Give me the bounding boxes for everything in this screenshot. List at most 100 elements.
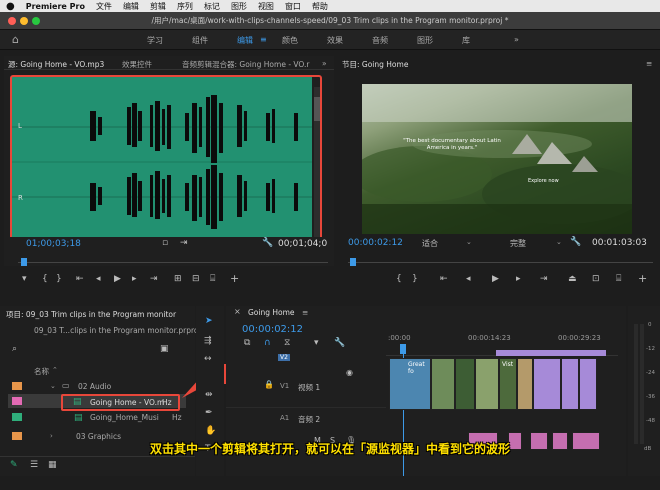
menu-edit[interactable]: 编辑 [123, 1, 139, 12]
bin-toggle-icon[interactable]: ⌄ [50, 382, 56, 390]
workspace-color[interactable]: 颜色 [282, 35, 298, 46]
timeline-clip[interactable]: Great fo [389, 358, 431, 410]
timeline-clip[interactable] [533, 358, 561, 410]
program-mark-in-icon[interactable]: { [396, 274, 402, 284]
tab-source[interactable]: 源: Going Home - VO.mp3 [8, 59, 104, 70]
apple-icon[interactable]: ● [6, 1, 15, 12]
mark-out-icon[interactable]: } [56, 274, 62, 284]
tab-sequence[interactable]: Going Home [248, 308, 295, 317]
workspace-more[interactable]: » [514, 35, 519, 44]
work-area-bar[interactable] [496, 350, 606, 356]
timeline-clip[interactable] [455, 358, 475, 410]
hand-tool-icon[interactable]: ✋ [205, 426, 216, 436]
tab-audio-clip-mixer[interactable]: 音频剪辑混合器: Going Home - VO.r [182, 59, 309, 70]
program-go-to-out-icon[interactable]: ⇥ [540, 274, 548, 284]
quality-chevron-icon[interactable]: ⌄ [556, 238, 562, 246]
menu-help[interactable]: 帮助 [312, 1, 328, 12]
fit-chevron-icon[interactable]: ⌄ [466, 238, 472, 246]
timeline-clip[interactable] [561, 358, 579, 410]
program-button-editor-icon[interactable]: + [638, 272, 647, 285]
source-time-ruler[interactable] [18, 258, 328, 266]
fit-dropdown[interactable]: 适合 [422, 238, 438, 249]
bin-audio[interactable]: 02 Audio [78, 382, 111, 391]
source-playhead-timecode[interactable]: 01;00;03;18 [26, 239, 81, 249]
timeline-clip[interactable]: Vist [499, 358, 517, 410]
column-name-header[interactable]: 名称 [34, 366, 49, 377]
program-step-back-icon[interactable]: ◂ [466, 274, 471, 284]
workspace-assembly[interactable]: 组件 [192, 35, 208, 46]
insert-icon[interactable]: ⊞ [174, 274, 182, 284]
time-ruler[interactable]: :00:00 00:00:14:23 00:00:29:23 [386, 334, 618, 356]
menu-markers[interactable]: 标记 [204, 1, 220, 12]
program-go-to-in-icon[interactable]: ⇤ [440, 274, 448, 284]
quality-dropdown[interactable]: 完整 [510, 238, 526, 249]
close-sequence-icon[interactable]: × [234, 307, 241, 316]
home-icon[interactable]: ⌂ [12, 33, 19, 46]
menu-window[interactable]: 窗口 [285, 1, 301, 12]
toggle-output-v1-icon[interactable]: ◉ [346, 368, 353, 377]
menu-sequence[interactable]: 序列 [177, 1, 193, 12]
step-forward-icon[interactable]: ▸ [132, 274, 137, 284]
overwrite-icon[interactable]: ⊟ [192, 274, 200, 284]
close-window-button[interactable] [8, 17, 16, 25]
zoom-window-button[interactable] [32, 17, 40, 25]
timeline-timecode[interactable]: 00:00:02:12 [242, 324, 303, 335]
pen-tool-icon[interactable]: ✒ [205, 408, 213, 418]
track-a1-id[interactable]: A1 [280, 414, 289, 422]
timeline-clip[interactable] [431, 358, 455, 410]
menu-file[interactable]: 文件 [96, 1, 112, 12]
source-playhead[interactable] [21, 258, 27, 266]
sort-ascending-icon[interactable]: ⌃ [52, 366, 58, 374]
go-to-out-icon[interactable]: ⇥ [150, 274, 158, 284]
program-step-forward-icon[interactable]: ▸ [516, 274, 521, 284]
timeline-clip[interactable] [475, 358, 499, 410]
insert-overwrite-icon[interactable]: ⧉ [244, 338, 250, 348]
button-editor-icon[interactable]: + [230, 272, 239, 285]
timeline-playhead-handle[interactable] [400, 344, 406, 354]
drag-audio-icon[interactable]: ⇥ [180, 238, 188, 248]
workspace-learn[interactable]: 学习 [147, 35, 163, 46]
menu-view[interactable]: 视图 [258, 1, 274, 12]
source-tabs-more[interactable]: » [322, 59, 327, 68]
tab-project[interactable]: 项目: 09_03 Trim clips in the Program moni… [6, 309, 176, 320]
step-back-icon[interactable]: ◂ [96, 274, 101, 284]
program-time-ruler[interactable] [348, 258, 653, 266]
program-settings-wrench-icon[interactable]: 🔧 [570, 237, 581, 247]
settings-wrench-icon[interactable]: 🔧 [262, 238, 273, 248]
program-export-frame-icon[interactable]: ⌸ [616, 274, 621, 284]
tab-effect-controls[interactable]: 效果控件 [122, 59, 152, 70]
go-to-in-icon[interactable]: ⇤ [76, 274, 84, 284]
program-playhead-timecode[interactable]: 00:00:02:12 [348, 238, 403, 248]
add-marker-icon[interactable]: ▾ [22, 274, 27, 284]
program-menu-icon[interactable]: ≡ [646, 59, 652, 68]
tab-program[interactable]: 节目: Going Home [342, 59, 408, 70]
track-v2-target[interactable]: V2 [278, 354, 290, 361]
export-frame-icon[interactable]: ⌸ [210, 274, 215, 284]
lift-icon[interactable]: ⏏ [568, 274, 577, 284]
workspace-audio[interactable]: 音频 [372, 35, 388, 46]
program-mark-out-icon[interactable]: } [412, 274, 418, 284]
timeline-clip[interactable] [579, 358, 597, 410]
search-icon[interactable]: ⌕ [12, 344, 17, 354]
app-menu[interactable]: Premiere Pro [26, 2, 85, 11]
workspace-graphics[interactable]: 图形 [417, 35, 433, 46]
play-icon[interactable]: ▶ [114, 274, 121, 284]
sequence-menu-icon[interactable]: ≡ [302, 308, 308, 317]
add-marker-timeline-icon[interactable]: ▾ [314, 338, 319, 348]
workspace-libraries[interactable]: 库 [462, 35, 470, 46]
vo-clip-highlight[interactable]: ▤ Going Home - VO.m Hz [61, 394, 180, 411]
selection-tool-icon[interactable]: ➤ [205, 316, 213, 326]
mark-in-icon[interactable]: { [42, 274, 48, 284]
track-v1-id[interactable]: V1 [280, 382, 289, 390]
menu-graphics[interactable]: 图形 [231, 1, 247, 12]
slip-tool-icon[interactable]: ⇹ [205, 390, 213, 400]
menu-clip[interactable]: 剪辑 [150, 1, 166, 12]
ripple-edit-tool-icon[interactable]: ↔ [204, 354, 212, 364]
timeline-settings-icon[interactable]: 🔧 [334, 338, 345, 348]
bin-expand-icon[interactable]: › [50, 432, 53, 440]
list-item-music[interactable]: Going_Home_Musi [90, 413, 159, 422]
track-select-tool-icon[interactable]: ⇶ [204, 336, 212, 346]
lock-v1-icon[interactable]: 🔒 [264, 380, 274, 389]
drag-video-icon[interactable]: ▫ [162, 238, 168, 248]
new-bin-icon[interactable]: ▣ [160, 344, 169, 354]
